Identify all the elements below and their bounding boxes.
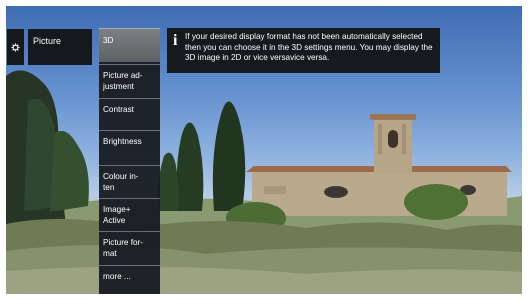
info-text: If your desired display format has not b… xyxy=(185,32,433,63)
menu-item-picture-adjustment[interactable]: Picture ad-justment xyxy=(99,64,160,96)
menu-item-picture-format[interactable]: Picture for-mat xyxy=(99,231,160,265)
picture-category-label: Picture xyxy=(33,36,62,46)
menu-item-label: 3D xyxy=(103,36,114,45)
menu-item-label: more ... xyxy=(103,272,131,281)
villa xyxy=(246,114,512,216)
menu-item-label: Colour in-ten xyxy=(103,172,139,192)
menu-item-3d[interactable]: 3D xyxy=(99,28,160,62)
menu-item-label: Brightness xyxy=(103,137,142,146)
info-tooltip: i If your desired display format has not… xyxy=(167,28,440,73)
menu-item-image-active[interactable]: Image+ Active xyxy=(99,198,160,230)
menu-item-label: Contrast xyxy=(103,105,134,114)
menu-item-colour-intensity[interactable]: Colour in-ten xyxy=(99,165,160,197)
menu-item-label: Picture for-mat xyxy=(103,238,144,258)
menu-item-label: Image+ Active xyxy=(103,205,131,225)
gear-icon xyxy=(11,42,20,52)
menu-item-label: Picture ad-justment xyxy=(103,71,143,91)
menu-item-more[interactable]: more ... xyxy=(99,265,160,294)
info-icon: i xyxy=(173,32,178,49)
settings-tile[interactable] xyxy=(7,29,24,65)
menu-item-contrast[interactable]: Contrast xyxy=(99,98,160,130)
tv-screen: Picture 3D Picture ad-justment Contrast … xyxy=(6,6,522,294)
picture-category-tile[interactable]: Picture xyxy=(28,29,92,65)
picture-submenu: 3D Picture ad-justment Contrast Brightne… xyxy=(99,28,160,294)
menu-item-brightness[interactable]: Brightness xyxy=(99,130,160,164)
